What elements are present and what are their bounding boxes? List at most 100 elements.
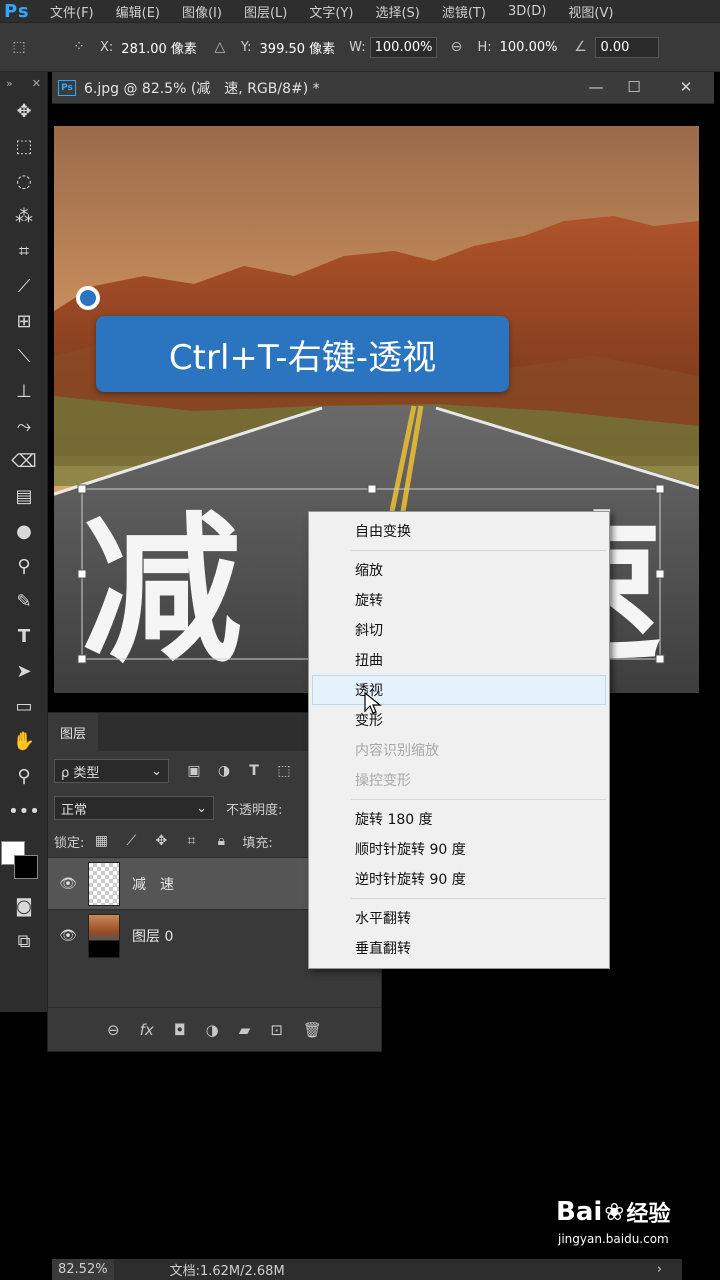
magic-wand-tool-icon[interactable]: ⁂ [0, 199, 48, 234]
tab-layers[interactable]: 图层 [48, 713, 99, 751]
type-tool-icon[interactable]: T [0, 619, 48, 654]
quick-mask-icon[interactable]: ◙ [0, 889, 48, 924]
screen-mode-icon[interactable]: ⧉ [0, 924, 48, 959]
minimize-icon[interactable]: — [582, 76, 610, 98]
hand-tool-icon[interactable]: ✋ [0, 724, 48, 759]
pen-tool-icon[interactable]: ✎ [0, 584, 48, 619]
angle-field[interactable]: 0.00 [595, 36, 660, 58]
transform-handle[interactable] [77, 654, 87, 664]
menu-item-skew[interactable]: 斜切 [309, 615, 609, 645]
delete-layer-icon[interactable]: 🗑︎ [303, 1021, 322, 1039]
reference-point-icon[interactable]: ⁘ [68, 36, 90, 58]
group-folder-icon[interactable]: ▰ [239, 1021, 251, 1039]
menu-item-flip-vertical[interactable]: 垂直翻转 [309, 933, 609, 963]
zoom-level[interactable]: 82.52% [52, 1259, 114, 1280]
w-field[interactable]: 100.00% [369, 36, 438, 58]
blur-tool-icon[interactable]: ● [0, 514, 48, 549]
y-field[interactable]: 399.50 像素 [256, 36, 340, 59]
image-filter-icon[interactable]: ▣ [183, 760, 205, 782]
menu-image[interactable]: 图像(I) [182, 2, 222, 21]
h-field[interactable]: 100.00% [496, 38, 562, 57]
menu-bar: Ps 文件(F) 编辑(E) 图像(I) 图层(L) 文字(Y) 选择(S) 滤… [0, 0, 720, 22]
adjustment-filter-icon[interactable]: ◑ [213, 760, 235, 782]
lasso-tool-icon[interactable]: ◌ [0, 164, 48, 199]
eye-icon[interactable]: 👁︎ [48, 876, 88, 892]
transform-handle[interactable] [367, 484, 377, 494]
menu-edit[interactable]: 编辑(E) [116, 2, 160, 21]
menu-file[interactable]: 文件(F) [50, 2, 94, 21]
healing-brush-tool-icon[interactable]: ⊞ [0, 304, 48, 339]
lock-transparent-icon[interactable]: ▦ [90, 830, 112, 852]
y-label: Y: [240, 39, 252, 55]
link-icon[interactable]: ⊖ [445, 36, 467, 58]
background-color[interactable] [14, 855, 38, 879]
move-tool-icon[interactable]: ✥ [0, 94, 48, 129]
menu-item-content-aware-scale: 内容识别缩放 [355, 743, 439, 759]
transform-handle[interactable] [655, 484, 665, 494]
path-selection-tool-icon[interactable]: ➤ [0, 654, 48, 689]
dodge-tool-icon[interactable]: ⚲ [0, 549, 48, 584]
lock-all-icon[interactable]: 🔒︎ [210, 830, 232, 852]
link-layers-icon[interactable]: ⊖ [107, 1021, 120, 1039]
close-icon[interactable]: ✕ [32, 77, 41, 90]
watermark-url: jingyan.baidu.com [558, 1232, 669, 1246]
menu-layer[interactable]: 图层(L) [244, 2, 287, 21]
transform-handle[interactable] [655, 569, 665, 579]
ps-file-icon: Ps [58, 79, 76, 96]
layer-filter-select[interactable]: ρ 类型 ⌄ [54, 759, 169, 783]
eye-icon[interactable]: 👁︎ [48, 928, 88, 944]
eyedropper-tool-icon[interactable]: ⟋ [0, 269, 48, 304]
blend-mode-select[interactable]: 正常 ⌄ [54, 796, 214, 820]
fx-icon[interactable]: fx [140, 1021, 154, 1039]
transform-handle[interactable] [77, 569, 87, 579]
menu-select[interactable]: 选择(S) [375, 2, 419, 21]
menu-item-scale[interactable]: 缩放 [309, 555, 609, 585]
eraser-tool-icon[interactable]: ⌫ [0, 444, 48, 479]
shape-filter-icon[interactable]: ⬚ [273, 760, 295, 782]
layer-name: 图层 0 [132, 928, 174, 945]
menu-item-flip-horizontal[interactable]: 水平翻转 [309, 903, 609, 933]
add-mask-icon[interactable]: ◘ [174, 1021, 186, 1039]
menu-item-rotate-90-ccw[interactable]: 逆时针旋转 90 度 [309, 864, 609, 894]
gradient-tool-icon[interactable]: ▤ [0, 479, 48, 514]
menu-item-rotate[interactable]: 旋转 [309, 585, 609, 615]
type-filter-icon[interactable]: T [243, 760, 265, 782]
color-swatches[interactable] [0, 829, 48, 889]
x-field[interactable]: 281.00 像素 [117, 36, 201, 59]
history-brush-tool-icon[interactable]: ⤳ [0, 409, 48, 444]
menu-view[interactable]: 视图(V) [568, 2, 613, 21]
menu-item-perspective[interactable]: 透视 [312, 675, 606, 705]
close-window-icon[interactable]: ✕ [672, 76, 700, 98]
layer-name: 减 速 [132, 876, 174, 893]
brush-tool-icon[interactable]: ⟍ [0, 339, 48, 374]
delta-icon[interactable]: △ [209, 36, 231, 58]
rectangle-tool-icon[interactable]: ▭ [0, 689, 48, 724]
chevron-down-icon: ⌄ [196, 800, 207, 816]
menu-filter[interactable]: 滤镜(T) [442, 2, 486, 21]
lock-paint-icon[interactable]: ⟋ [120, 830, 142, 852]
zoom-tool-icon[interactable]: ⚲ [0, 759, 48, 794]
transform-handle[interactable] [77, 484, 87, 494]
annotation-bubble: Ctrl+T-右键-透视 [96, 316, 509, 392]
watermark-brand: Bai [556, 1197, 603, 1227]
marquee-tool-icon[interactable]: ⬚ [0, 129, 48, 164]
collapse-icon[interactable]: » [6, 77, 13, 90]
maximize-icon[interactable]: ☐ [620, 76, 648, 98]
adjustment-layer-icon[interactable]: ◑ [206, 1021, 219, 1039]
menu-item-distort[interactable]: 扭曲 [309, 645, 609, 675]
menu-item-free-transform[interactable]: 自由变换 [309, 516, 609, 546]
new-layer-icon[interactable]: ⊡ [270, 1021, 283, 1039]
document-tab[interactable]: Ps 6.jpg @ 82.5% (减 速, RGB/8#) * — ☐ ✕ [52, 72, 714, 104]
menu-item-rotate-90-cw[interactable]: 顺时针旋转 90 度 [309, 834, 609, 864]
menu-3d[interactable]: 3D(D) [508, 4, 546, 19]
more-tools-icon[interactable]: ••• [0, 794, 48, 829]
menu-item-rotate-180[interactable]: 旋转 180 度 [309, 804, 609, 834]
lock-position-icon[interactable]: ✥ [150, 830, 172, 852]
options-bar: ⬚ ⁘ X: 281.00 像素 △ Y: 399.50 像素 W: 100.0… [0, 22, 720, 72]
lock-artboard-icon[interactable]: ⌗ [180, 830, 202, 852]
transform-handle[interactable] [655, 654, 665, 664]
menu-item-warp[interactable]: 变形 [309, 705, 609, 735]
menu-type[interactable]: 文字(Y) [309, 2, 353, 21]
crop-tool-icon[interactable]: ⌗ [0, 234, 48, 269]
stamp-tool-icon[interactable]: ⊥ [0, 374, 48, 409]
